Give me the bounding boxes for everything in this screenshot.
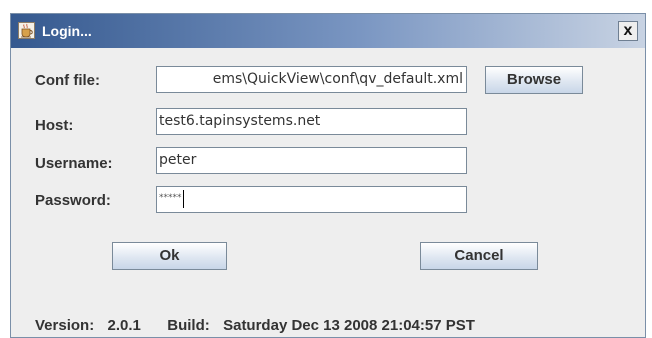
username-field[interactable]: peter (156, 147, 467, 174)
host-label: Host: (35, 117, 74, 134)
host-field[interactable]: test6.tapinsystems.net (156, 108, 467, 135)
browse-button[interactable]: Browse (485, 66, 583, 94)
username-label: Username: (35, 155, 113, 172)
build-value: Saturday Dec 13 2008 21:04:57 PST (223, 317, 475, 334)
login-dialog: Login... x Conf file: ems\QuickView\conf… (10, 13, 646, 338)
version-value: 2.0.1 (107, 317, 141, 334)
conf-file-value: ems\QuickView\conf\qv_default.xml (212, 71, 463, 87)
password-label: Password: (35, 192, 111, 209)
ok-label: Ok (159, 247, 180, 264)
password-mask: ***** (159, 193, 182, 203)
host-value: test6.tapinsystems.net (159, 113, 321, 129)
close-button[interactable]: x (618, 21, 638, 41)
username-value: peter (159, 152, 197, 168)
title-bar[interactable]: Login... x (11, 14, 645, 48)
ok-button[interactable]: Ok (112, 242, 227, 270)
close-icon: x (623, 22, 633, 39)
text-caret (182, 190, 184, 208)
window-title: Login... (42, 23, 92, 39)
version-build-line: Version: 2.0.1 Build: Saturday Dec 13 20… (35, 317, 475, 335)
cancel-button[interactable]: Cancel (420, 242, 538, 270)
cancel-label: Cancel (454, 247, 504, 264)
java-cup-icon (18, 22, 35, 39)
password-field[interactable]: ***** (156, 186, 467, 213)
conf-file-field[interactable]: ems\QuickView\conf\qv_default.xml (156, 66, 467, 93)
conf-file-label: Conf file: (35, 72, 100, 89)
version-label: Version: (35, 317, 95, 334)
browse-label: Browse (506, 71, 562, 88)
build-label: Build: (167, 317, 210, 334)
